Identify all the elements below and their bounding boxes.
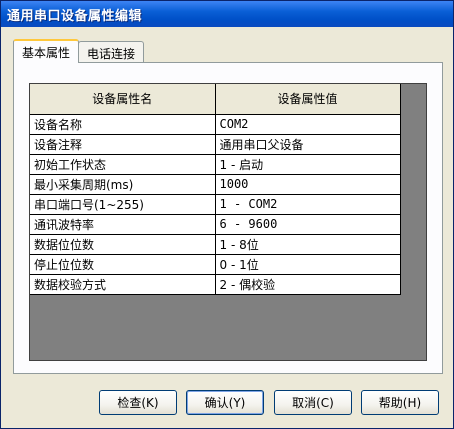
title-bar[interactable]: 通用串口设备属性编辑 bbox=[1, 1, 453, 27]
dialog-window: 通用串口设备属性编辑 基本属性 电话连接 设备属性名 设备属性值 设备名称 CO… bbox=[0, 0, 454, 429]
property-name: 数据位位数 bbox=[30, 234, 216, 255]
column-header-value[interactable]: 设备属性值 bbox=[215, 84, 401, 115]
table-row[interactable]: 通讯波特率 6 - 9600 bbox=[30, 214, 401, 235]
property-value[interactable]: 6 - 9600 bbox=[215, 214, 401, 235]
help-button[interactable]: 帮助(H) bbox=[361, 390, 439, 415]
tab-panel: 设备属性名 设备属性值 设备名称 COM2 设备注释 通用串口父设备 初始工作状… bbox=[13, 62, 443, 374]
table-row[interactable]: 停止位位数 0 - 1位 bbox=[30, 254, 401, 275]
table-row[interactable]: 串口端口号(1~255) 1 - COM2 bbox=[30, 194, 401, 215]
tab-basic-properties[interactable]: 基本属性 bbox=[13, 39, 80, 63]
ok-button[interactable]: 确认(Y) bbox=[186, 390, 264, 415]
property-value[interactable]: 1 - COM2 bbox=[215, 194, 401, 215]
property-name: 通讯波特率 bbox=[30, 214, 216, 235]
property-name: 设备注释 bbox=[30, 134, 216, 155]
property-name: 停止位位数 bbox=[30, 254, 216, 275]
table-row[interactable]: 设备注释 通用串口父设备 bbox=[30, 134, 401, 155]
column-header-name[interactable]: 设备属性名 bbox=[30, 84, 216, 115]
check-button[interactable]: 检查(K) bbox=[99, 390, 177, 415]
property-value[interactable]: 1 - 8位 bbox=[215, 234, 401, 255]
cancel-button[interactable]: 取消(C) bbox=[274, 390, 352, 415]
property-value[interactable]: 1 - 启动 bbox=[215, 154, 401, 175]
table-row[interactable]: 数据校验方式 2 - 偶校验 bbox=[30, 274, 401, 295]
header-row: 设备属性名 设备属性值 bbox=[30, 84, 401, 115]
property-name: 初始工作状态 bbox=[30, 154, 216, 175]
table-row[interactable]: 最小采集周期(ms) 1000 bbox=[30, 174, 401, 195]
property-name: 串口端口号(1~255) bbox=[30, 194, 216, 215]
tab-strip: 基本属性 电话连接 bbox=[13, 39, 145, 63]
property-value[interactable]: 通用串口父设备 bbox=[215, 134, 401, 155]
property-table: 设备属性名 设备属性值 设备名称 COM2 设备注释 通用串口父设备 初始工作状… bbox=[30, 84, 401, 295]
property-name: 数据校验方式 bbox=[30, 274, 216, 295]
property-value[interactable]: COM2 bbox=[215, 114, 401, 135]
table-row[interactable]: 设备名称 COM2 bbox=[30, 114, 401, 135]
property-value[interactable]: 2 - 偶校验 bbox=[215, 274, 401, 295]
tab-phone-connection[interactable]: 电话连接 bbox=[78, 41, 145, 63]
table-row[interactable]: 数据位位数 1 - 8位 bbox=[30, 234, 401, 255]
property-value[interactable]: 0 - 1位 bbox=[215, 254, 401, 275]
table-row[interactable]: 初始工作状态 1 - 启动 bbox=[30, 154, 401, 175]
property-name: 设备名称 bbox=[30, 114, 216, 135]
property-grid: 设备属性名 设备属性值 设备名称 COM2 设备注释 通用串口父设备 初始工作状… bbox=[29, 83, 427, 361]
property-value[interactable]: 1000 bbox=[215, 174, 401, 195]
property-name: 最小采集周期(ms) bbox=[30, 174, 216, 195]
window-title: 通用串口设备属性编辑 bbox=[7, 8, 143, 24]
